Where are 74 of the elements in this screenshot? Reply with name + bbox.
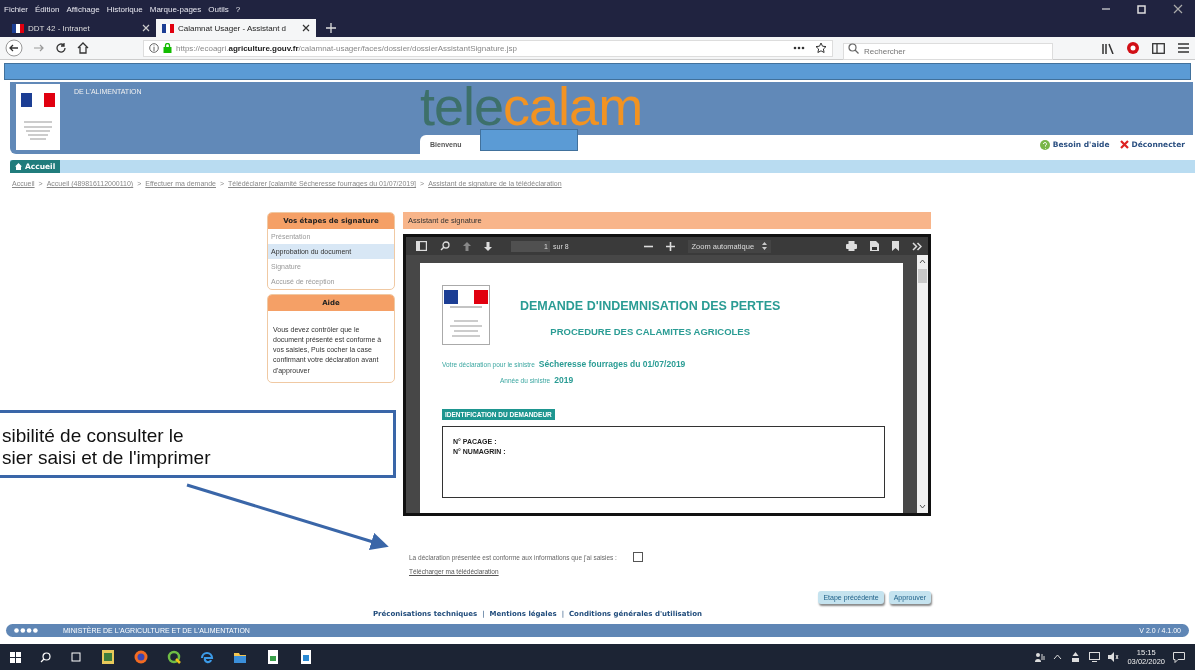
- firefox-icon[interactable]: [134, 650, 148, 664]
- flag-drawing: [21, 92, 55, 107]
- search-icon[interactable]: [40, 651, 51, 663]
- windows-icon[interactable]: [10, 651, 21, 663]
- field-value: 2019: [554, 375, 574, 385]
- close-icon[interactable]: [1173, 4, 1183, 14]
- browser-tab[interactable]: Calamnat Usager - Assistant d: [156, 19, 316, 37]
- document-subtitle: PROCEDURE DES CALAMITES AGRICOLES: [550, 326, 751, 337]
- task-view-icon[interactable]: [70, 652, 82, 662]
- search-icon: [848, 42, 859, 54]
- qgis-icon[interactable]: [167, 650, 181, 664]
- browser-tab[interactable]: DDT 42 - Intranet: [6, 19, 156, 37]
- flag-icon: [12, 23, 24, 33]
- field-value: Sécheresse fourrages du 01/07/2019: [538, 359, 686, 369]
- reload-icon[interactable]: [55, 42, 67, 54]
- search-field[interactable]: Rechercher: [843, 42, 1053, 60]
- bookmark-icon[interactable]: [892, 241, 899, 251]
- dots-icon: [14, 628, 38, 633]
- extension-icon[interactable]: [1127, 42, 1139, 54]
- zoom-in-icon[interactable]: [665, 241, 675, 251]
- notification-icon[interactable]: [1173, 651, 1185, 663]
- restore-icon[interactable]: [1137, 4, 1147, 14]
- network-drive-icon[interactable]: [1070, 652, 1082, 662]
- menu-item[interactable]: ?: [235, 4, 241, 14]
- more-icon[interactable]: [793, 46, 805, 50]
- star-icon[interactable]: [815, 42, 827, 54]
- address-field[interactable]: https://ecoagri.agriculture.gouv.fr/calamnat-usager/faces/dossier/dossierAssistantSignature.jsp: [143, 39, 833, 57]
- menu-item[interactable]: Fichier: [4, 4, 28, 14]
- document-title: DEMANDE D'INDEMNISATION DES PERTES: [520, 299, 781, 313]
- confirmation-checkbox[interactable]: [632, 552, 643, 562]
- menu-icon[interactable]: [1178, 43, 1189, 53]
- sidebar-toggle-icon[interactable]: [416, 241, 427, 251]
- arrow-down-icon[interactable]: [484, 241, 492, 251]
- menu-item[interactable]: Affichage: [66, 4, 100, 14]
- menu-item[interactable]: Outils: [208, 4, 229, 14]
- tab-title: Calamnat Usager - Assistant d: [178, 23, 288, 33]
- sidebar-icon[interactable]: [1152, 42, 1165, 54]
- help-icon: [1039, 139, 1050, 150]
- seal-drawing: [21, 119, 55, 142]
- info-icon: [149, 43, 159, 53]
- close-icon[interactable]: [302, 24, 310, 32]
- cross-icon: [1119, 140, 1129, 149]
- home-icon[interactable]: [77, 42, 89, 54]
- chevron-up-icon[interactable]: [1053, 654, 1063, 660]
- menu-item[interactable]: Édition: [35, 4, 60, 14]
- network-icon[interactable]: [1089, 652, 1101, 662]
- dropdown-arrows-icon: [762, 242, 768, 250]
- arrow-up-icon[interactable]: [463, 241, 471, 251]
- save-icon[interactable]: [870, 241, 879, 251]
- telecalam-logo: telecalam: [420, 76, 643, 136]
- callout-text: sibilité de consulter le: [2, 425, 185, 447]
- document-icon[interactable]: [299, 650, 313, 664]
- back-icon[interactable]: [5, 39, 23, 57]
- folder-icon[interactable]: [233, 650, 247, 664]
- flag-drawing: [444, 290, 488, 310]
- search-icon[interactable]: [440, 241, 450, 251]
- url-text: https://ecoagri.agriculture.gouv.fr/calamnat-usager/faces/dossier/dossierAssistantSignature.jsp: [176, 43, 518, 53]
- lock-icon: [163, 43, 172, 53]
- tab-title: DDT 42 - Intranet: [28, 23, 91, 33]
- file-icon[interactable]: [101, 650, 115, 664]
- flag-icon: [162, 23, 174, 33]
- print-icon[interactable]: [846, 241, 857, 251]
- new-tab-icon[interactable]: [326, 23, 336, 33]
- forward-icon[interactable]: [33, 42, 45, 54]
- home-icon: [15, 163, 22, 170]
- menu-item[interactable]: Historique: [106, 4, 143, 14]
- more-tools-icon[interactable]: [912, 241, 922, 251]
- library-icon[interactable]: [1102, 42, 1114, 54]
- edge-icon[interactable]: [200, 650, 214, 664]
- callout-text: sier saisi et de l'imprimer: [2, 447, 212, 469]
- menu-item[interactable]: Marque-pages: [149, 4, 202, 14]
- speaker-icon[interactable]: [1108, 652, 1120, 662]
- person-icon[interactable]: [1035, 652, 1046, 662]
- spreadsheet-icon[interactable]: [266, 650, 280, 664]
